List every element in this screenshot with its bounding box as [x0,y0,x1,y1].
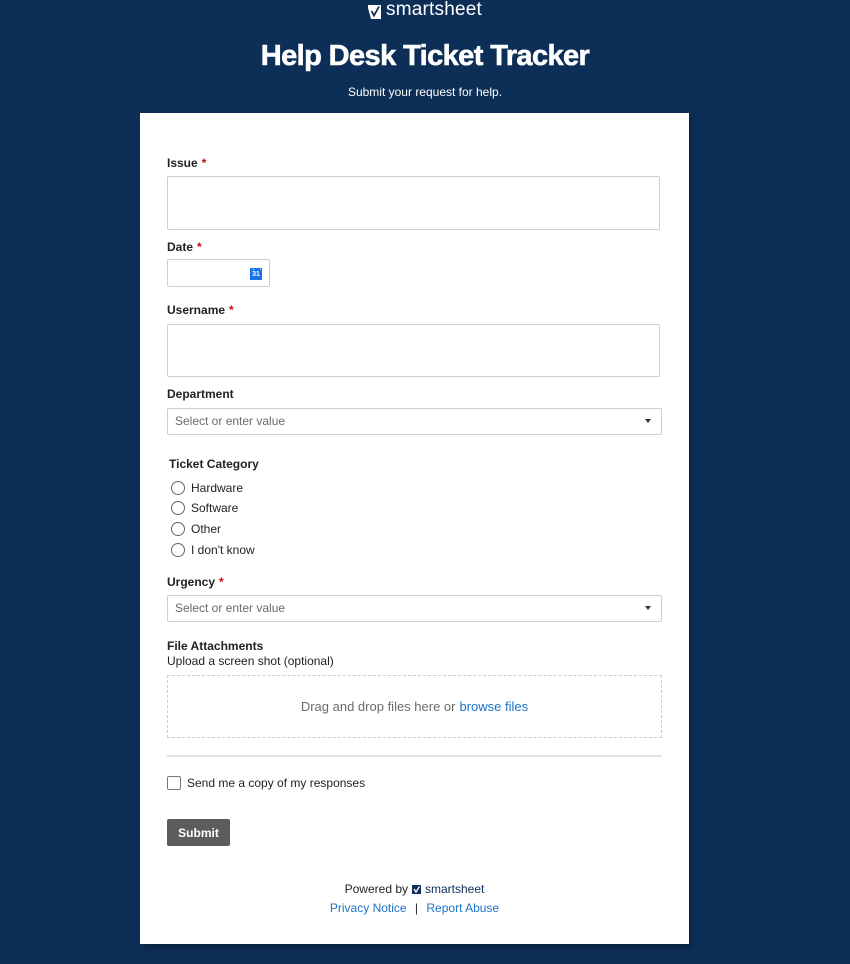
smartsheet-logo-icon [412,884,421,894]
required-marker: * [197,240,202,254]
page-subtitle: Submit your request for help. [347,85,503,99]
radio-option-other[interactable]: Other [171,522,221,536]
radio-button[interactable] [171,481,185,495]
radio-option-dont-know[interactable]: I don't know [171,543,255,557]
link-separator: | [414,901,419,915]
required-marker: * [229,303,234,317]
ticket-category-label: Ticket Category [169,457,259,471]
powered-by: Powered by smartsheet [344,882,485,896]
browse-files-link[interactable]: browse files [460,699,529,714]
send-copy-option[interactable]: Send me a copy of my responses [167,776,365,790]
file-attachments-label: File Attachments [167,639,264,653]
required-marker: * [219,575,224,589]
department-placeholder: Select or enter value [175,414,286,428]
urgency-label: Urgency * [167,575,224,589]
brand-header: smartsheet [0,0,850,24]
department-select[interactable]: Select or enter value [167,408,662,435]
file-attachments-helper: Upload a screen shot (optional) [167,654,334,668]
username-input[interactable] [167,324,660,377]
privacy-notice-link[interactable]: Privacy Notice [330,901,407,915]
file-dropzone[interactable]: Drag and drop files here or browse files [167,675,662,738]
radio-option-hardware[interactable]: Hardware [171,481,243,495]
report-abuse-link[interactable]: Report Abuse [426,901,499,915]
dropzone-text: Drag and drop files here or [300,699,456,714]
footer-links: Privacy Notice | Report Abuse [140,901,689,915]
radio-button[interactable] [171,543,185,557]
calendar-icon[interactable]: 31 [250,268,262,280]
department-label: Department [167,387,234,401]
page-title: Help Desk Ticket Tracker [260,40,590,73]
form-card: Issue * Date * 31 Username * Department Sel… [140,113,689,944]
username-label: Username * [167,303,234,317]
required-marker: * [201,156,207,170]
smartsheet-logo-icon [368,5,381,19]
radio-button[interactable] [171,522,185,536]
urgency-select[interactable]: Select or enter value [167,595,662,622]
radio-option-software[interactable]: Software [171,501,238,515]
divider [167,755,662,757]
radio-button[interactable] [171,501,185,515]
issue-label: Issue * [167,156,207,170]
issue-input[interactable] [167,176,660,230]
send-copy-label: Send me a copy of my responses [187,776,366,790]
chevron-down-icon [645,419,651,423]
urgency-placeholder: Select or enter value [175,601,286,615]
submit-button[interactable]: Submit [167,819,230,846]
chevron-down-icon [645,606,651,610]
send-copy-checkbox[interactable] [167,776,181,790]
date-label: Date * [167,240,202,254]
date-input[interactable]: 31 [167,259,270,287]
brand-name: smartsheet [386,0,482,20]
